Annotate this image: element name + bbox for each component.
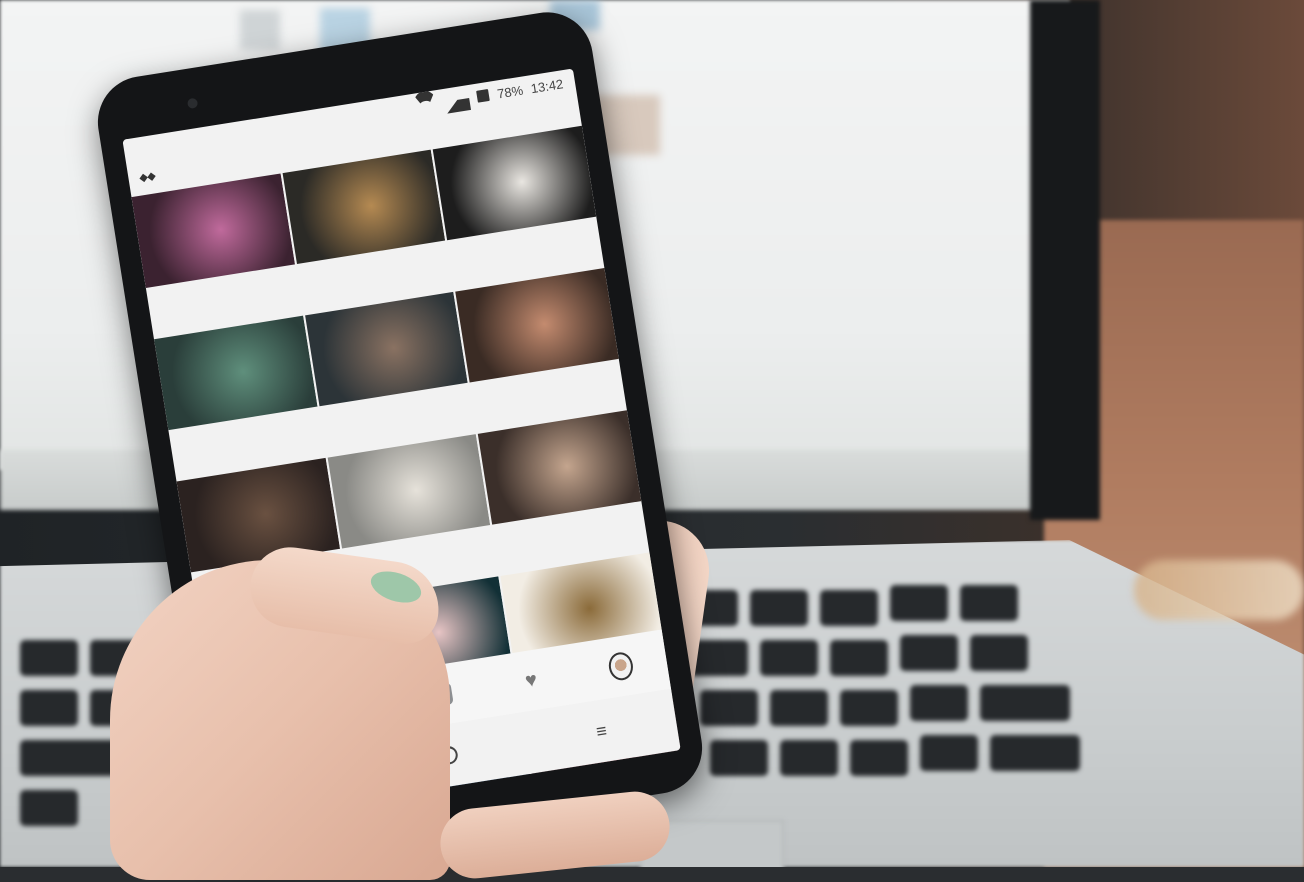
keyboard-key [980,685,1070,721]
interior-room-photo[interactable] [327,433,493,549]
photo-row [176,410,642,573]
keyboard-key [20,790,78,826]
keyboard-key [780,740,838,776]
succulent-photo[interactable] [154,315,320,431]
dropbox-icon [140,171,156,185]
latte-cup-photo[interactable] [304,291,470,407]
battery-percent: 78% [496,82,525,101]
clock: 13:42 [529,75,565,96]
keyboard-key [910,685,968,721]
keyboard-key [990,735,1080,771]
front-camera [186,97,199,110]
recents-icon[interactable]: ≡ [595,720,609,742]
heart-icon[interactable]: ♥ [517,667,544,694]
screen-thumbnail [240,10,280,50]
signal-icon [443,86,472,114]
keyboard-key [840,690,898,726]
keyboard-key [830,640,888,676]
battery-icon [476,88,491,103]
cable [1134,560,1304,620]
keyboard-key [900,635,958,671]
keyboard-key [20,690,78,726]
keyboard-key [970,635,1028,671]
keyboard-key [760,640,818,676]
keyboard-key [20,640,78,676]
keyboard-key [750,590,808,626]
wifi-icon [412,89,441,121]
keyboard-key [850,740,908,776]
keyboard-key [820,590,878,626]
keyboard-key [890,585,948,621]
keyboard-key [960,585,1018,621]
hand-with-plant-photo[interactable] [455,267,619,383]
keyboard-key [920,735,978,771]
profile-avatar-icon[interactable] [607,650,636,682]
keyboard-key [700,690,758,726]
photo-row [154,267,619,431]
laptop-bezel [1030,0,1100,520]
keyboard-key [710,740,768,776]
man-on-sofa-photo[interactable] [478,410,642,525]
keyboard-key [20,740,120,776]
keyboard-key [770,690,828,726]
